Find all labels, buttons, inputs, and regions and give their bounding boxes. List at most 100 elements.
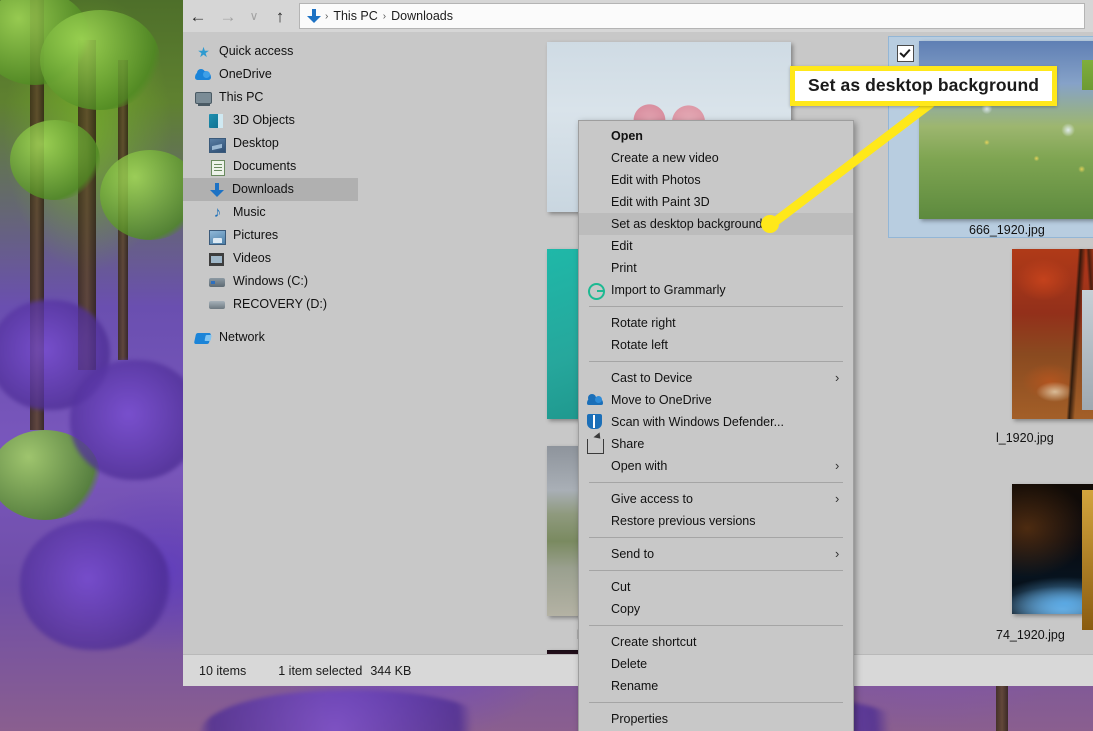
menu-item-rename[interactable]: Rename [579,675,853,697]
menu-item-edit-with-paint-3d[interactable]: Edit with Paint 3D [579,191,853,213]
sidebar-item-pictures[interactable]: Pictures [183,224,358,247]
menu-item-cast-to-device[interactable]: Cast to Device › [579,367,853,389]
desktop-icon [209,136,226,153]
menu-separator [589,482,843,483]
sidebar-item-onedrive[interactable]: OneDrive [183,63,358,86]
menu-item-move-to-onedrive[interactable]: Move to OneDrive [579,389,853,411]
menu-item-open-with[interactable]: Open with › [579,455,853,477]
3d-objects-icon [209,113,226,129]
wallpaper-bluebells [200,690,500,731]
sidebar-item-label: Videos [233,251,271,266]
star-icon: ★ [197,43,210,60]
file-checkbox[interactable] [897,45,914,62]
callout-highlight-box: Set as desktop background [790,66,1058,106]
menu-item-share[interactable]: Share [579,433,853,455]
sidebar-item-desktop[interactable]: Desktop [183,132,358,155]
file-name-label: l_1920.jpg [996,431,1054,445]
navigation-bar: ← → ∨ ↑ › This PC › Downloads [183,0,1093,32]
menu-item-label: Share [611,437,645,451]
menu-item-create-a-new-video[interactable]: Create a new video [579,147,853,169]
file-name-label: 666_1920.jpg [969,223,1045,237]
menu-item-set-as-desktop-background[interactable]: Set as desktop background [579,213,853,235]
sidebar-item-label: Pictures [233,228,279,243]
breadcrumb-item-downloads[interactable]: Downloads [387,9,457,23]
menu-item-restore-previous-versions[interactable]: Restore previous versions [579,510,853,532]
file-thumbnail-partial [1082,290,1093,410]
menu-item-copy[interactable]: Copy [579,598,853,620]
onedrive-icon [587,392,603,408]
documents-icon [209,159,226,176]
menu-item-open[interactable]: Open [579,125,853,147]
sidebar-item-label: Network [219,330,265,345]
menu-item-rotate-left[interactable]: Rotate left [579,334,853,356]
monitor-icon [195,90,212,106]
menu-item-properties[interactable]: Properties [579,708,853,730]
menu-item-label: Send to [611,547,655,561]
menu-separator [589,625,843,626]
up-arrow-icon[interactable]: ↑ [265,1,295,31]
cloud-icon [195,67,212,83]
menu-item-label: Rename [611,679,659,693]
menu-item-cut[interactable]: Cut [579,576,853,598]
menu-separator [589,570,843,571]
chevron-right-icon: › [835,546,840,561]
menu-item-give-access-to[interactable]: Give access to › [579,488,853,510]
navigation-sidebar: ★ Quick access OneDrive This PC 3D Objec… [183,32,358,654]
menu-item-edit-with-photos[interactable]: Edit with Photos [579,169,853,191]
menu-separator [589,361,843,362]
sidebar-item-recovery-d[interactable]: RECOVERY (D:) [183,293,358,316]
sidebar-item-network[interactable]: Network [183,326,358,349]
sidebar-item-music[interactable]: ♪ Music [183,201,358,224]
menu-item-scan-with-windows-defender[interactable]: Scan with Windows Defender... [579,411,853,433]
file-thumbnail [1012,484,1093,614]
sidebar-item-windows-c[interactable]: Windows (C:) [183,270,358,293]
breadcrumb-item-this-pc[interactable]: This PC [329,9,381,23]
menu-item-label: Import to Grammarly [611,283,726,297]
network-icon [193,330,212,346]
menu-item-label: Set as desktop background [611,217,763,231]
address-bar[interactable]: › This PC › Downloads [299,3,1085,29]
sidebar-item-this-pc[interactable]: This PC [183,86,358,109]
menu-item-edit[interactable]: Edit [579,235,853,257]
sidebar-item-label: OneDrive [219,67,272,82]
wallpaper-foliage [40,10,160,110]
menu-item-delete[interactable]: Delete [579,653,853,675]
context-menu: Open Create a new video Edit with Photos… [578,120,854,731]
sidebar-item-label: Music [233,205,266,220]
menu-item-print[interactable]: Print [579,257,853,279]
menu-item-label: Rotate right [611,316,676,330]
menu-item-label: Create a new video [611,151,719,165]
share-icon [587,436,604,454]
screenshot-root: ← → ∨ ↑ › This PC › Downloads ★ Quick ac… [0,0,1093,731]
menu-item-label: Scan with Windows Defender... [611,415,784,429]
videos-icon [209,251,226,267]
sidebar-item-3d-objects[interactable]: 3D Objects [183,109,358,132]
menu-item-label: Restore previous versions [611,514,756,528]
hard-drive-icon [209,297,226,313]
wallpaper-foliage [10,120,100,200]
music-note-icon: ♪ [213,203,222,221]
sidebar-item-label: RECOVERY (D:) [233,297,328,312]
file-name-label: 74_1920.jpg [996,628,1065,642]
menu-item-label: Open with [611,459,668,473]
menu-item-send-to[interactable]: Send to › [579,543,853,565]
sidebar-item-documents[interactable]: Documents [183,155,358,178]
selection-size-label: 344 KB [370,664,412,678]
sidebar-item-label: This PC [219,90,264,105]
menu-item-rotate-right[interactable]: Rotate right [579,312,853,334]
menu-item-create-shortcut[interactable]: Create shortcut [579,631,853,653]
file-thumbnail [1012,249,1093,419]
back-arrow-icon[interactable]: ← [183,1,213,31]
menu-separator [589,702,843,703]
sidebar-item-quick-access[interactable]: ★ Quick access [183,40,358,63]
recent-locations-icon[interactable]: ∨ [243,1,265,31]
sidebar-item-downloads[interactable]: Downloads [183,178,358,201]
callout-text: Set as desktop background [795,71,1053,101]
file-tile[interactable]: 74_1920.jpg [988,444,1093,644]
file-tile[interactable]: l_1920.jpg [988,247,1093,447]
wallpaper-bluebells [20,520,170,650]
sidebar-item-label: Windows (C:) [233,274,309,289]
menu-item-import-to-grammarly[interactable]: Import to Grammarly [579,279,853,301]
menu-item-label: Give access to [611,492,693,506]
sidebar-item-videos[interactable]: Videos [183,247,358,270]
